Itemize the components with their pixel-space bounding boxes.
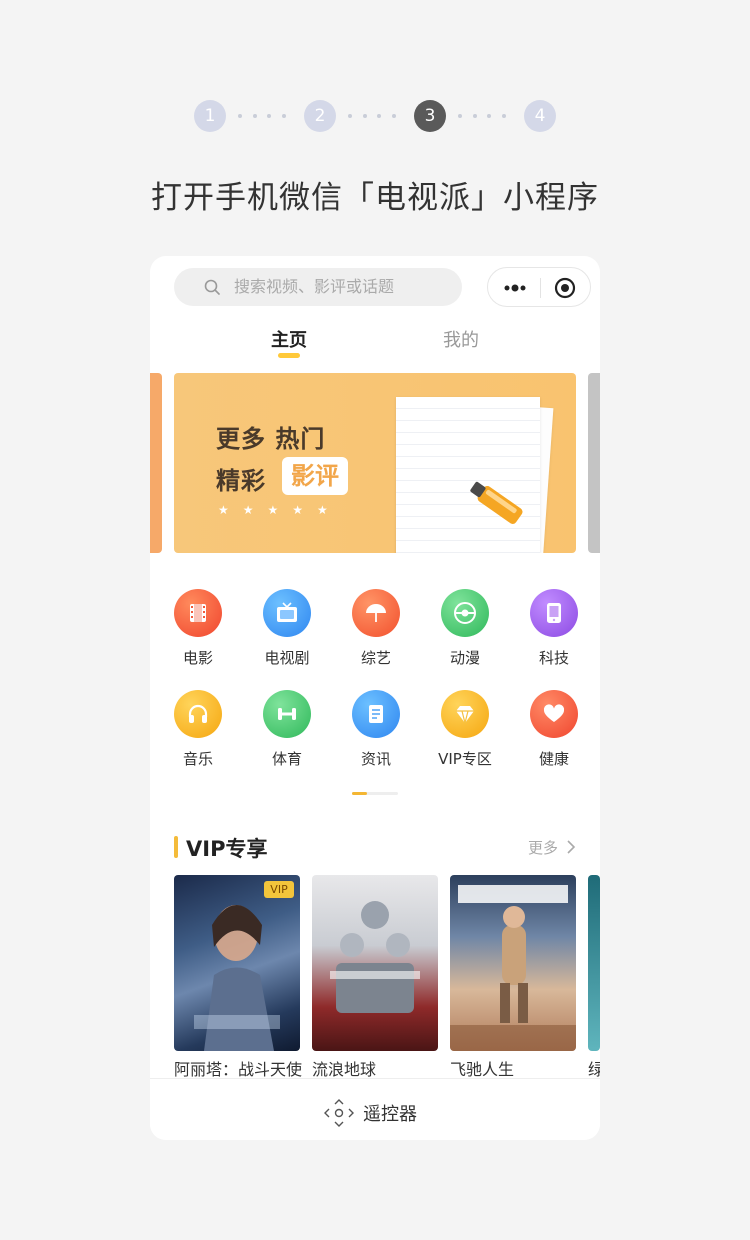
vip-section-title: VIP专享 [186, 837, 268, 861]
poster-pegasus[interactable] [450, 875, 576, 1051]
section-accent-bar [174, 836, 178, 858]
step-indicator: 1 2 3 4 [0, 100, 750, 132]
banner-line-1: 更多 热门 [216, 425, 326, 453]
vip-badge: VIP [264, 881, 294, 898]
heart-icon [543, 704, 565, 722]
umbrella-icon [366, 604, 386, 622]
poster-art [450, 885, 576, 1051]
step-1: 1 [194, 100, 226, 132]
search-placeholder: 搜索视频、影评或话题 [234, 277, 395, 296]
banner-stars: ★★★★★ [218, 503, 342, 517]
step-2: 2 [304, 100, 336, 132]
poster-partial[interactable] [588, 875, 600, 1051]
tablet-icon [547, 603, 561, 623]
category-label: VIP专区 [438, 750, 492, 768]
category-label: 资讯 [360, 750, 391, 768]
headphones-icon [188, 704, 208, 723]
poster-wandering-earth[interactable] [312, 875, 438, 1051]
category-label: 体育 [271, 750, 302, 768]
category-label: 音乐 [182, 750, 213, 768]
category-label: 电视剧 [264, 649, 310, 667]
remote-control-icon [324, 1099, 354, 1127]
step-connector [348, 114, 396, 118]
chevron-right-icon[interactable] [566, 840, 576, 854]
miniprogram-capsule [487, 267, 591, 307]
category-health[interactable]: 健康 [519, 690, 589, 769]
remote-label: 遥控器 [363, 1104, 417, 1125]
category-page-indicator [352, 792, 398, 795]
step-connector [238, 114, 286, 118]
category-label: 健康 [538, 750, 569, 768]
poster-alita[interactable]: VIP [174, 875, 300, 1051]
anime-ball-icon [454, 602, 476, 624]
tab-mine[interactable]: 我的 [421, 326, 501, 352]
step-3-active: 3 [414, 100, 446, 132]
capsule-divider [540, 278, 541, 298]
film-icon [190, 604, 206, 622]
banner-next-slide[interactable] [588, 373, 600, 553]
category-variety[interactable]: 综艺 [341, 589, 411, 668]
category-tech[interactable]: 科技 [519, 589, 589, 668]
category-sports[interactable]: 体育 [252, 690, 322, 769]
step-4: 4 [524, 100, 556, 132]
banner-slide[interactable]: 更多 热门 精彩 影评 ★★★★★ [174, 373, 576, 553]
poster-art [194, 905, 280, 1051]
category-label: 动漫 [449, 649, 480, 667]
category-news[interactable]: 资讯 [341, 690, 411, 769]
search-icon [204, 279, 220, 295]
miniprogram-screen: 搜索视频、影评或话题 主页 我的 更多 热门 精彩 影评 ★★★★★ 电影 电视… [150, 256, 600, 1140]
category-movie[interactable]: 电影 [163, 589, 233, 668]
search-input[interactable]: 搜索视频、影评或话题 [174, 268, 462, 306]
category-music[interactable]: 音乐 [163, 690, 233, 769]
remote-bar[interactable]: 遥控器 [150, 1078, 600, 1140]
banner-prev-slide[interactable] [150, 373, 162, 553]
vip-more-link[interactable]: 更多 [528, 837, 558, 858]
tab-home[interactable]: 主页 [249, 326, 329, 352]
poster-art [330, 901, 420, 1013]
tv-icon [277, 602, 297, 622]
category-tv-series[interactable]: 电视剧 [252, 589, 322, 668]
category-label: 综艺 [360, 649, 391, 667]
step-connector [458, 114, 506, 118]
diamond-icon [456, 706, 474, 724]
category-label: 科技 [538, 649, 569, 667]
banner-line-2: 精彩 [216, 467, 266, 495]
category-anime[interactable]: 动漫 [430, 589, 500, 668]
more-icon[interactable] [502, 278, 528, 298]
category-vip-zone[interactable]: VIP专区 [430, 690, 500, 769]
news-icon [369, 705, 383, 723]
banner-tag: 影评 [282, 457, 348, 495]
instruction-text: 打开手机微信「电视派」小程序 [151, 180, 599, 216]
category-label: 电影 [182, 649, 213, 667]
highlighter-icon [470, 481, 523, 524]
tab-indicator [278, 353, 300, 358]
close-target-icon[interactable] [554, 277, 576, 299]
dumbbell-icon [278, 708, 296, 720]
